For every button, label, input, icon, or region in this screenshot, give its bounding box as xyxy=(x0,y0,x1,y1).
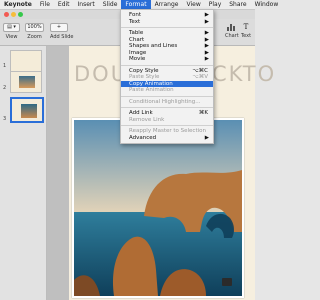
chart-icon xyxy=(225,23,237,31)
menu-share[interactable]: Share xyxy=(225,0,250,9)
menu-play[interactable]: Play xyxy=(205,0,226,9)
menu-item-label: Text xyxy=(129,18,141,25)
menu-item-text[interactable]: Text ▶ xyxy=(121,19,213,26)
slide-image[interactable] xyxy=(72,118,244,298)
menu-keynote[interactable]: Keynote xyxy=(0,0,36,9)
add-slide-button[interactable]: + Add Slide xyxy=(50,23,74,40)
menu-item-label: Copy Style xyxy=(129,67,159,74)
format-menu-dropdown: Font ▶ Text ▶ Table ▶ Chart ▶ Shapes and Lin… xyxy=(120,9,214,144)
menu-item-movie[interactable]: Movie ▶ xyxy=(121,56,213,63)
menu-item-label: Add Link xyxy=(129,110,153,116)
menu-separator xyxy=(121,107,213,108)
submenu-arrow-icon: ▶ xyxy=(204,56,209,62)
menu-separator xyxy=(121,27,213,28)
menu-arrange[interactable]: Arrange xyxy=(151,0,183,9)
menu-item-label: Paste Animation xyxy=(129,87,174,93)
zoom-control[interactable]: 100% Zoom xyxy=(25,23,44,40)
slide-thumbnail-2[interactable] xyxy=(10,71,42,93)
menu-item-label: Copy Animation xyxy=(129,80,173,87)
plus-icon: + xyxy=(50,23,68,32)
menu-item-label: Advanced xyxy=(129,134,157,141)
menu-separator xyxy=(121,125,213,126)
sea-arch-photo xyxy=(74,120,242,296)
add-slide-label: Add Slide xyxy=(50,34,74,40)
text-icon: T xyxy=(243,23,249,31)
menu-separator xyxy=(121,95,213,97)
close-window-button[interactable] xyxy=(4,12,9,17)
image-mask-icon[interactable] xyxy=(222,278,232,286)
menu-file[interactable]: File xyxy=(36,0,54,9)
menu-item-label: Image xyxy=(129,49,147,56)
thumbnail-image xyxy=(19,76,35,88)
menu-slide[interactable]: Slide xyxy=(99,0,122,9)
menu-edit[interactable]: Edit xyxy=(54,0,74,9)
menu-item-label: Paste Style xyxy=(129,74,160,80)
menu-item-paste-animation: Paste Animation xyxy=(121,87,213,94)
menu-item-label: Chart xyxy=(129,36,145,43)
menu-insert[interactable]: Insert xyxy=(74,0,99,9)
submenu-arrow-icon: ▶ xyxy=(204,134,209,141)
zoom-window-button[interactable] xyxy=(18,12,23,17)
menu-item-advanced[interactable]: Advanced ▶ xyxy=(121,135,213,142)
view-menu-icon: ▤ ▾ xyxy=(3,23,20,32)
zoom-label: Zoom xyxy=(27,34,42,40)
submenu-arrow-icon: ▶ xyxy=(204,18,209,25)
menu-window[interactable]: Window xyxy=(251,0,283,9)
menu-item-conditional-highlighting: Conditional Highlighting... xyxy=(121,99,213,106)
chart-button[interactable]: Chart xyxy=(225,23,239,39)
menu-item-label: Conditional Highlighting... xyxy=(129,98,201,105)
view-button[interactable]: ▤ ▾ View xyxy=(3,23,20,40)
menu-item-label: Table xyxy=(129,30,144,36)
slide-thumbnail-3[interactable] xyxy=(10,97,44,123)
text-button[interactable]: T Text xyxy=(240,23,252,39)
menu-item-label: Reapply Master to Selection xyxy=(129,128,206,134)
menu-view[interactable]: View xyxy=(182,0,204,9)
menu-format[interactable]: Format xyxy=(121,0,151,9)
slide-number: 1 xyxy=(3,63,7,69)
zoom-value: 100% xyxy=(25,23,44,32)
minimize-window-button[interactable] xyxy=(11,12,16,17)
slide-thumbnail-1[interactable] xyxy=(10,50,42,72)
slide-number: 2 xyxy=(3,85,7,91)
thumbnail-image xyxy=(21,104,37,118)
slide-number: 3 xyxy=(3,116,7,122)
menu-item-label: Shapes and Lines xyxy=(129,43,178,49)
view-label: View xyxy=(5,34,18,40)
menu-separator xyxy=(121,64,213,66)
chart-label: Chart xyxy=(225,33,239,39)
menu-item-label: Remove Link xyxy=(129,116,165,123)
menu-item-label: Movie xyxy=(129,56,146,62)
text-label: Text xyxy=(240,33,252,39)
menu-item-remove-link: Remove Link xyxy=(121,117,213,124)
menu-item-label: Font xyxy=(129,12,141,18)
slide-navigator: 1 2 3 xyxy=(0,46,47,300)
